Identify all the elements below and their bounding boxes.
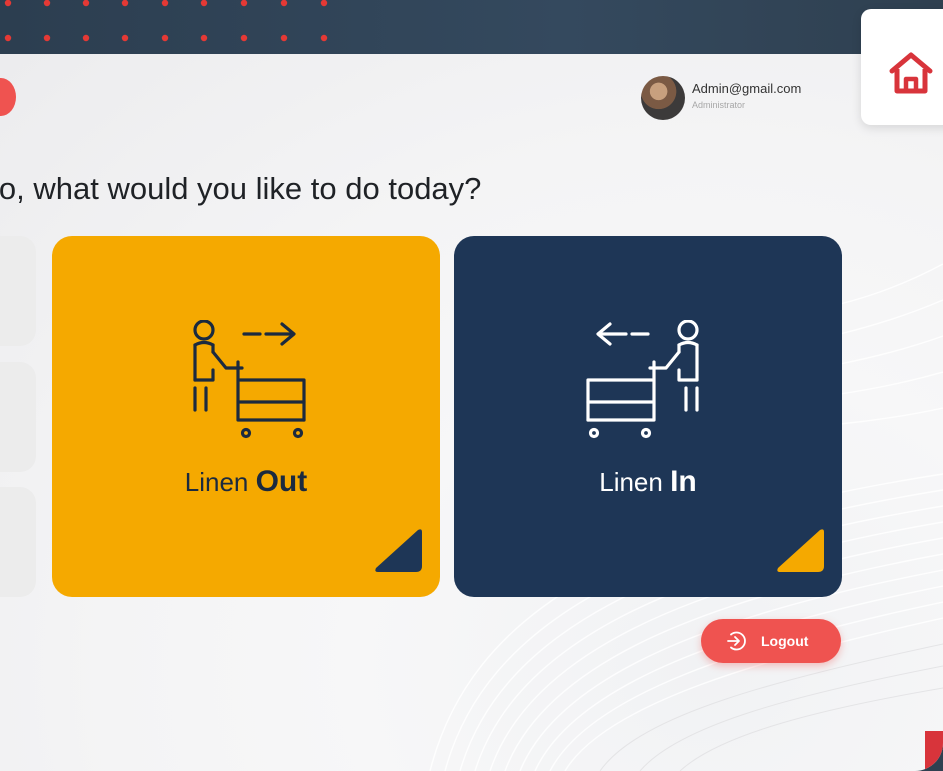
linen-in-label: Linen In [599, 465, 697, 498]
linen-in-icon [586, 320, 699, 439]
home-button[interactable] [861, 9, 943, 125]
linen-out-card[interactable]: Linen Out [52, 236, 440, 597]
page-title: lo, what would you like to do today? [0, 171, 482, 206]
top-bar [0, 0, 943, 54]
user-email: Admin@gmail.com [692, 81, 802, 96]
logout-label: Logout [761, 633, 809, 649]
card-corner-triangle [777, 529, 824, 572]
linen-in-card[interactable]: Linen In [454, 236, 842, 597]
home-icon [889, 52, 933, 94]
hidden-card-1[interactable] [0, 236, 36, 346]
logout-icon [727, 631, 746, 651]
linen-out-icon [193, 320, 306, 439]
user-role: Administrator [692, 100, 746, 110]
dot-pattern [4, 0, 328, 42]
hidden-card-3[interactable] [0, 487, 36, 597]
avatar [641, 76, 685, 120]
logout-button[interactable]: Logout [701, 619, 841, 663]
card-corner-triangle [375, 529, 422, 572]
hidden-card-2[interactable] [0, 362, 36, 472]
linen-out-label: Linen Out [184, 465, 308, 498]
